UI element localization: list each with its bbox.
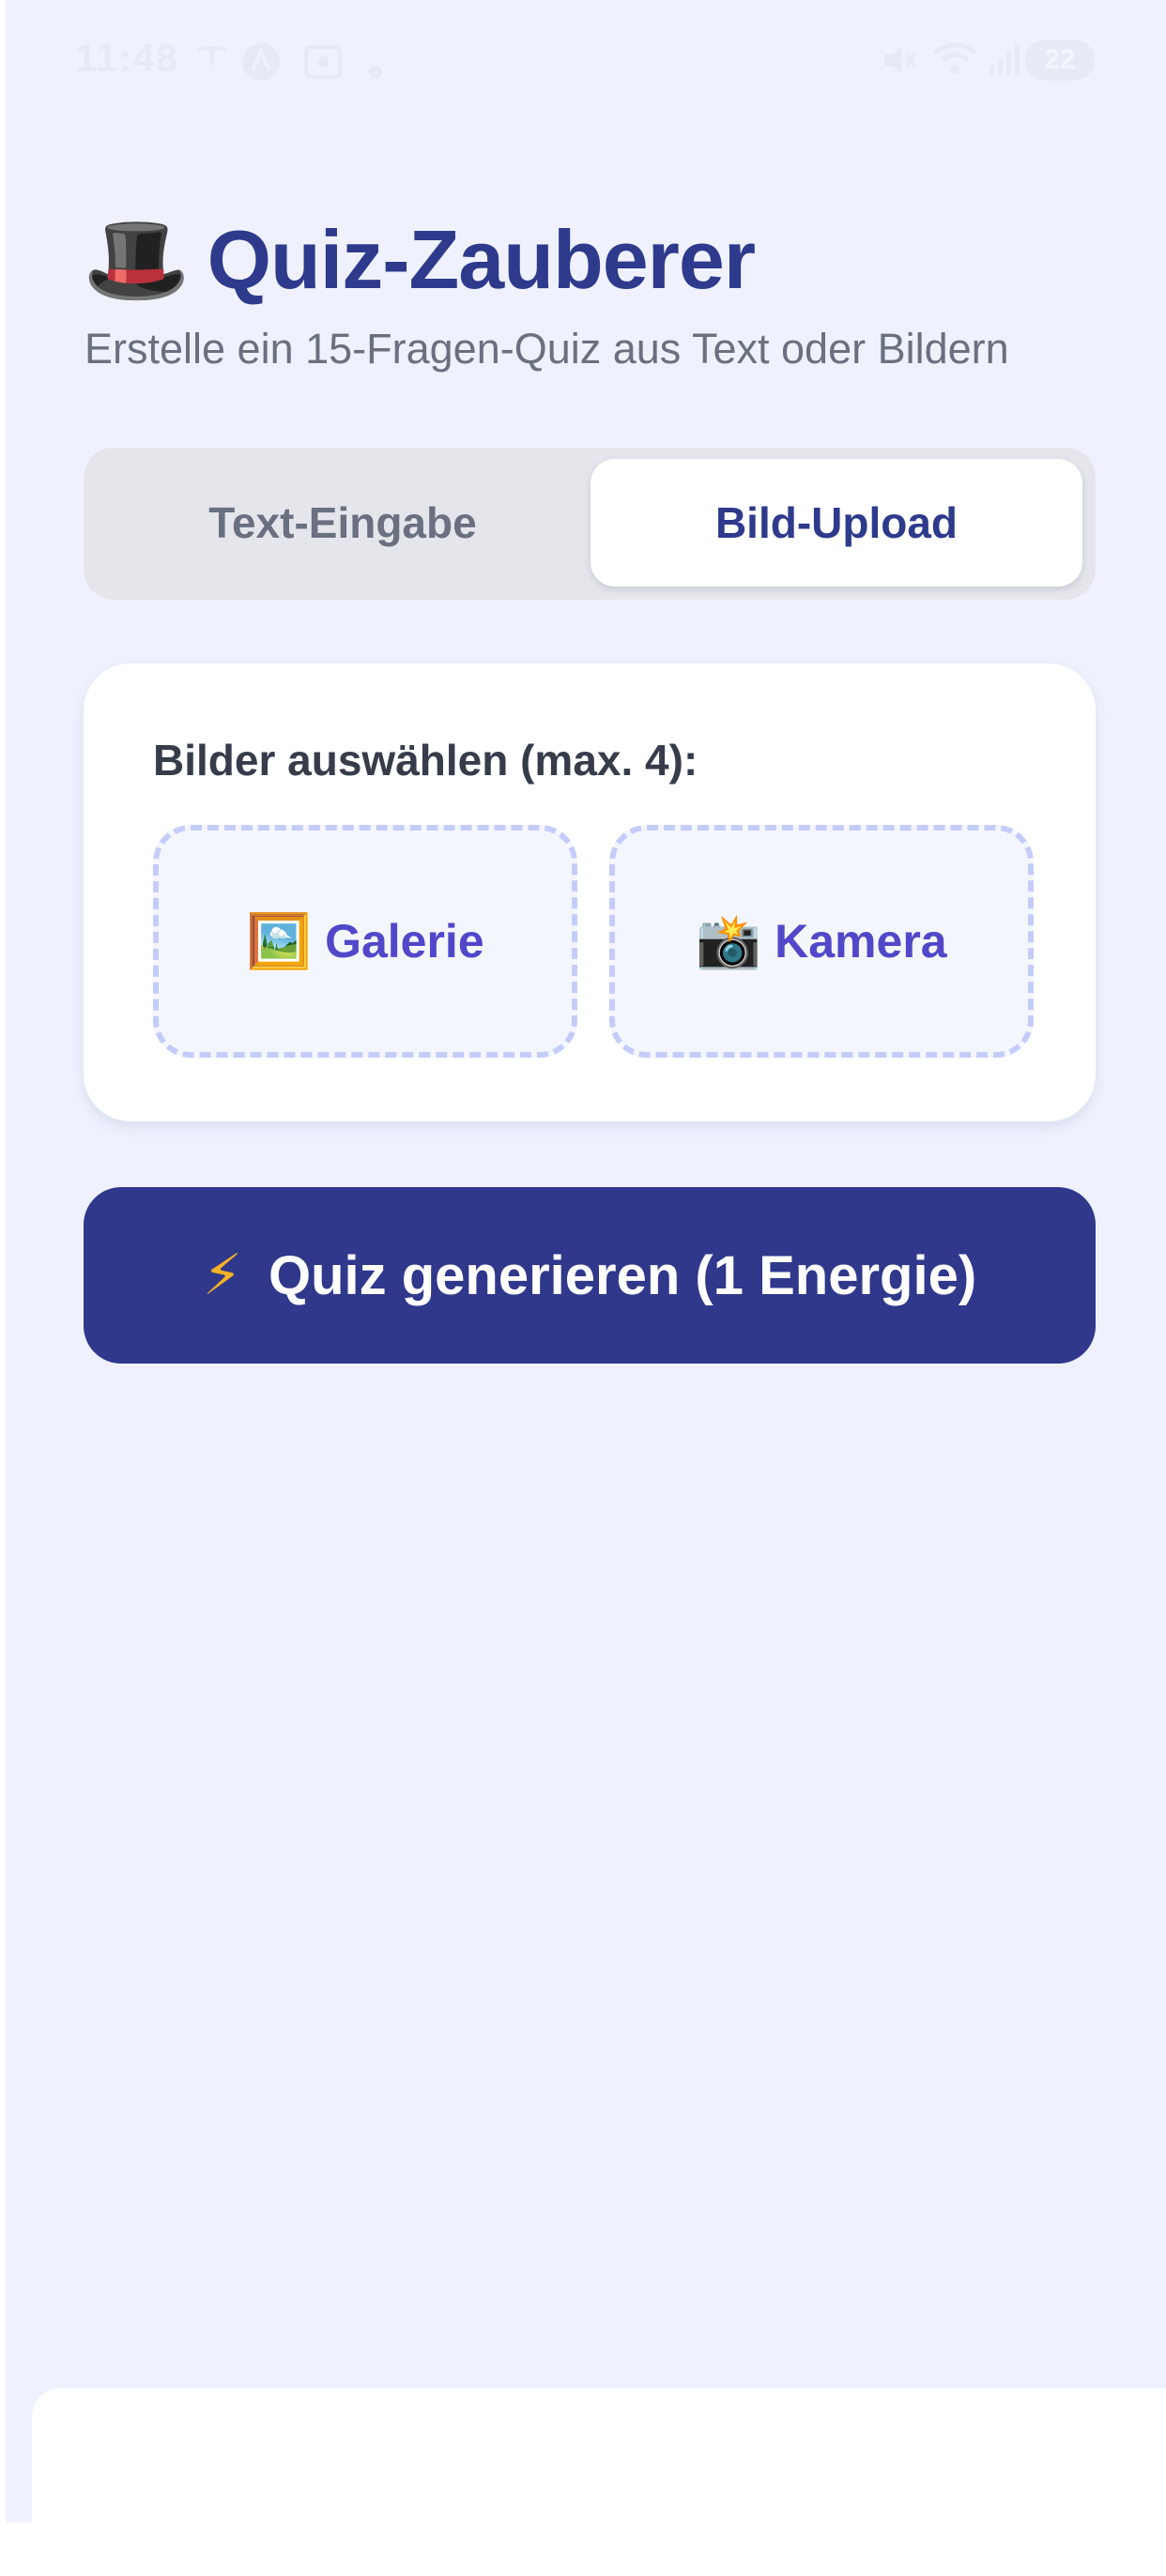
camera-button[interactable]: 📸 Kamera bbox=[609, 825, 1034, 1058]
app-screen: 11:48 22 🎩 Quiz-Zauberer Erstelle ein 15… bbox=[6, 0, 1166, 2523]
status-bar: 11:48 22 bbox=[6, 0, 1166, 122]
top-hat-icon: 🎩 bbox=[83, 212, 191, 308]
signal-icon bbox=[986, 41, 1023, 87]
generate-quiz-button[interactable]: ⚡ Quiz generieren (1 Energie) bbox=[84, 1187, 1096, 1364]
input-mode-tabs: Text-Eingabe Bild-Upload bbox=[84, 448, 1096, 600]
battery-icon: 22 bbox=[1025, 39, 1095, 81]
status-time: 11:48 bbox=[75, 36, 179, 80]
page-subtitle: Erstelle ein 15-Fragen-Quiz aus Text ode… bbox=[84, 325, 1009, 373]
gallery-label: Galerie bbox=[325, 915, 484, 968]
tab-image-upload[interactable]: Bild-Upload bbox=[591, 459, 1082, 587]
gallery-button[interactable]: 🖼️ Galerie bbox=[153, 825, 577, 1058]
bottom-sheet bbox=[32, 2388, 1166, 2576]
page-header: 🎩 Quiz-Zauberer bbox=[83, 208, 757, 312]
a-circle-icon bbox=[240, 41, 282, 91]
notification-dot-icon bbox=[368, 51, 383, 88]
mute-icon bbox=[881, 41, 918, 87]
tab-text-input[interactable]: Text-Eingabe bbox=[97, 459, 589, 587]
wifi-icon bbox=[931, 41, 978, 87]
screen-record-icon bbox=[302, 41, 344, 91]
tesla-icon bbox=[193, 41, 231, 87]
camera-label: Kamera bbox=[775, 915, 947, 968]
generate-quiz-label: Quiz generieren (1 Energie) bbox=[268, 1244, 977, 1306]
camera-icon: 📸 bbox=[696, 911, 762, 970]
picture-icon: 🖼️ bbox=[246, 911, 313, 970]
page-title: Quiz-Zauberer bbox=[207, 213, 757, 306]
image-upload-card: Bilder auswählen (max. 4): 🖼️ Galerie 📸 … bbox=[84, 663, 1096, 1121]
lightning-icon: ⚡ bbox=[202, 1243, 242, 1306]
image-select-label: Bilder auswählen (max. 4): bbox=[153, 736, 698, 785]
